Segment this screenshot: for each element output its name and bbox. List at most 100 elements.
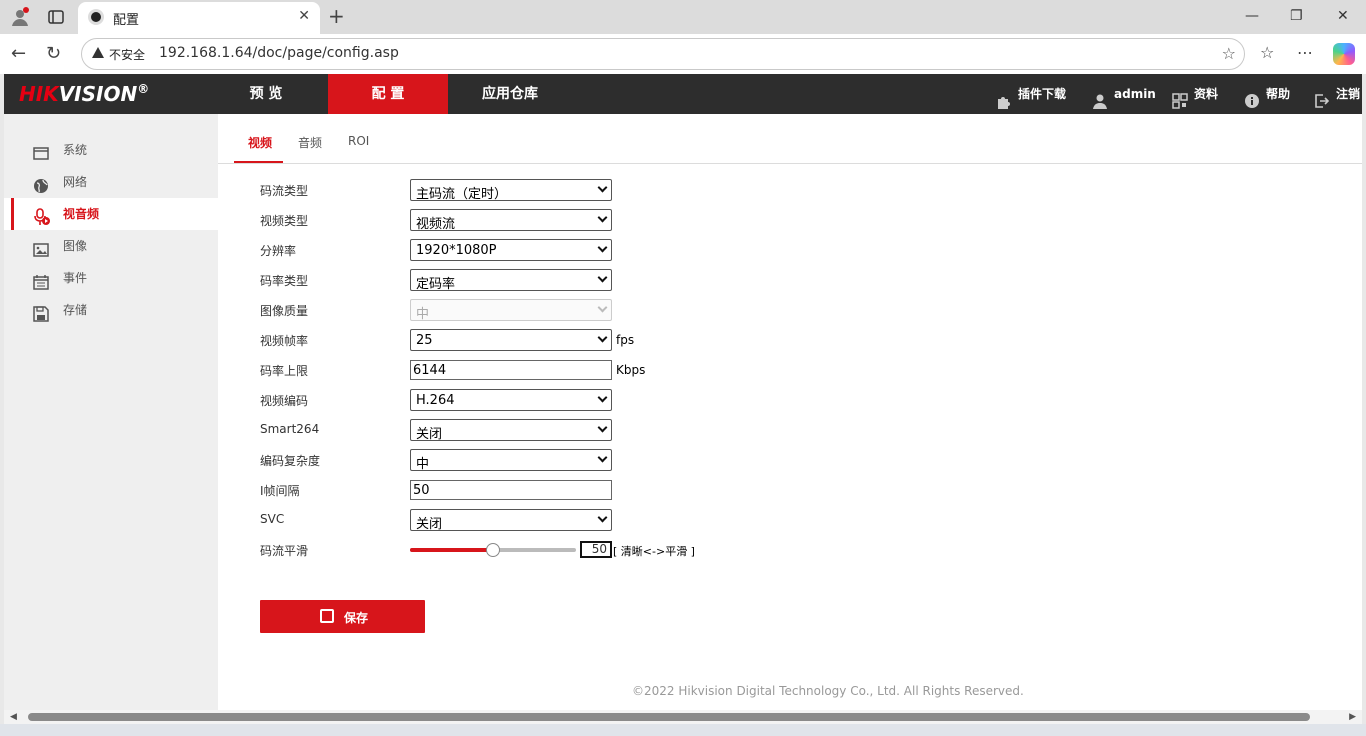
video-type-label: 视频类型 bbox=[260, 214, 309, 228]
copyright-footer: ©2022 Hikvision Digital Technology Co., … bbox=[632, 684, 1024, 698]
save-button[interactable]: 保存 bbox=[260, 600, 425, 633]
row-smoothing: 码流平滑 50 [ 清晰<->平滑 ] bbox=[260, 539, 960, 561]
info-icon bbox=[1244, 85, 1260, 108]
frame-rate-label: 视频帧率 bbox=[260, 334, 309, 348]
microphone-icon bbox=[33, 206, 50, 225]
max-bitrate-unit: Kbps bbox=[616, 363, 646, 377]
more-icon[interactable]: ⋯ bbox=[1297, 43, 1313, 62]
complexity-label: 编码复杂度 bbox=[260, 454, 321, 468]
hikvision-favicon-icon bbox=[88, 9, 104, 25]
smart264-select[interactable]: 关闭 bbox=[410, 419, 612, 442]
insecure-label[interactable]: 不安全 bbox=[109, 46, 145, 63]
stream-type-label: 码流类型 bbox=[260, 184, 309, 198]
monitor-icon bbox=[33, 142, 49, 160]
favorites-icon[interactable]: ☆ bbox=[1260, 43, 1274, 62]
warning-icon bbox=[92, 47, 104, 58]
smart264-label: Smart264 bbox=[260, 422, 320, 436]
hikvision-logo: HIKVISION® bbox=[19, 82, 150, 106]
browser-tab[interactable]: 配置 ✕ bbox=[78, 2, 320, 34]
docs-link[interactable]: 资料 bbox=[1172, 74, 1218, 114]
frame-rate-unit: fps bbox=[616, 333, 635, 347]
logout-link[interactable]: 注销 bbox=[1314, 74, 1360, 114]
complexity-select[interactable]: 中 bbox=[410, 449, 612, 472]
help-link[interactable]: 帮助 bbox=[1244, 74, 1290, 114]
row-video-encoding: 视频编码 H.264 bbox=[260, 389, 960, 411]
bitrate-type-label: 码率类型 bbox=[260, 274, 309, 288]
max-bitrate-input[interactable]: 6144 bbox=[410, 360, 612, 380]
menu-app-store[interactable]: 应用仓库 bbox=[448, 74, 572, 114]
copilot-icon[interactable] bbox=[1333, 43, 1355, 65]
back-icon[interactable]: ← bbox=[11, 43, 26, 64]
stream-type-select[interactable]: 主码流（定时） bbox=[410, 179, 612, 202]
row-stream-type: 码流类型 主码流（定时） bbox=[260, 179, 960, 202]
smoothing-label: 码流平滑 bbox=[260, 544, 309, 558]
sidebar-item-network[interactable]: 网络 bbox=[4, 166, 218, 198]
video-encoding-select[interactable]: H.264 bbox=[410, 389, 612, 411]
menu-preview[interactable]: 预 览 bbox=[204, 74, 328, 114]
chevron-down-icon bbox=[597, 452, 608, 463]
resolution-select[interactable]: 1920*1080P bbox=[410, 239, 612, 261]
scrollbar-thumb[interactable] bbox=[28, 713, 1310, 721]
tab-video[interactable]: 视频 bbox=[248, 134, 272, 151]
plugin-download-link[interactable]: 插件下载 bbox=[996, 74, 1066, 114]
active-indicator bbox=[11, 198, 14, 230]
sidebar-item-system[interactable]: 系统 bbox=[4, 134, 218, 166]
scroll-left-icon[interactable]: ◀ bbox=[10, 712, 17, 722]
video-encoding-label: 视频编码 bbox=[260, 394, 309, 408]
close-tab-icon[interactable]: ✕ bbox=[298, 8, 310, 24]
i-frame-interval-label: I帧间隔 bbox=[260, 484, 300, 498]
sidebar-item-video-audio[interactable]: 视音频 bbox=[4, 198, 218, 230]
user-icon bbox=[1092, 85, 1108, 109]
profile-icon[interactable] bbox=[9, 6, 31, 28]
image-quality-select: 中 bbox=[410, 299, 612, 322]
frame-rate-select[interactable]: 25 bbox=[410, 329, 612, 351]
floppy-icon bbox=[33, 302, 49, 322]
i-frame-interval-input[interactable]: 50 bbox=[410, 480, 612, 500]
scroll-right-icon[interactable]: ▶ bbox=[1349, 712, 1356, 722]
browser-tab-bar: 配置 ✕ + — ❐ ✕ bbox=[0, 0, 1366, 34]
tab-title: 配置 bbox=[113, 13, 140, 28]
address-bar: ← ↻ 不安全 192.168.1.64/doc/page/config.asp… bbox=[0, 34, 1366, 74]
sidebar-item-label: 图像 bbox=[63, 239, 88, 253]
sidebar-item-storage[interactable]: 存储 bbox=[4, 294, 218, 326]
smoothing-slider[interactable] bbox=[410, 543, 576, 557]
favorite-star-icon[interactable]: ☆ bbox=[1222, 44, 1236, 63]
bitrate-type-select[interactable]: 定码率 bbox=[410, 269, 612, 292]
horizontal-scrollbar[interactable]: ◀ ▶ bbox=[4, 710, 1362, 724]
chevron-down-icon bbox=[597, 332, 608, 343]
chevron-down-icon bbox=[597, 272, 608, 283]
chevron-down-icon bbox=[597, 242, 608, 253]
sidebar: 系统 网络 视音频 图像 事件 存储 bbox=[4, 114, 218, 710]
sidebar-item-label: 事件 bbox=[63, 271, 88, 285]
minimize-icon[interactable]: — bbox=[1245, 8, 1259, 24]
svc-label: SVC bbox=[260, 512, 285, 526]
calendar-icon bbox=[33, 270, 49, 290]
user-menu[interactable]: admin bbox=[1092, 74, 1156, 114]
svc-select[interactable]: 关闭 bbox=[410, 509, 612, 532]
chevron-down-icon bbox=[597, 302, 608, 313]
row-frame-rate: 视频帧率 25 fps bbox=[260, 329, 960, 351]
sidebar-item-image[interactable]: 图像 bbox=[4, 230, 218, 262]
taskbar bbox=[0, 724, 1366, 736]
slider-thumb[interactable] bbox=[486, 543, 500, 557]
video-type-select[interactable]: 视频流 bbox=[410, 209, 612, 232]
sidebar-item-event[interactable]: 事件 bbox=[4, 262, 218, 294]
close-window-icon[interactable]: ✕ bbox=[1337, 8, 1349, 24]
row-bitrate-type: 码率类型 定码率 bbox=[260, 269, 960, 292]
reload-icon[interactable]: ↻ bbox=[46, 43, 61, 64]
restore-icon[interactable]: ❐ bbox=[1290, 8, 1303, 24]
sidebar-item-label: 存储 bbox=[63, 303, 88, 317]
tab-actions-icon[interactable] bbox=[45, 6, 67, 28]
url-input[interactable]: 不安全 192.168.1.64/doc/page/config.asp ☆ bbox=[81, 38, 1245, 70]
tab-audio[interactable]: 音频 bbox=[298, 134, 322, 151]
sub-tabs: 视频 音频 ROI bbox=[218, 114, 1362, 164]
new-tab-icon[interactable]: + bbox=[328, 4, 345, 28]
menu-config[interactable]: 配 置 bbox=[328, 74, 448, 114]
url-text[interactable]: 192.168.1.64/doc/page/config.asp bbox=[159, 45, 399, 61]
tab-roi[interactable]: ROI bbox=[348, 134, 369, 148]
row-svc: SVC 关闭 bbox=[260, 509, 960, 532]
row-image-quality: 图像质量 中 bbox=[260, 299, 960, 322]
smoothing-hint: [ 清晰<->平滑 ] bbox=[613, 545, 695, 558]
max-bitrate-label: 码率上限 bbox=[260, 364, 309, 378]
smoothing-value-input[interactable]: 50 bbox=[580, 541, 612, 558]
